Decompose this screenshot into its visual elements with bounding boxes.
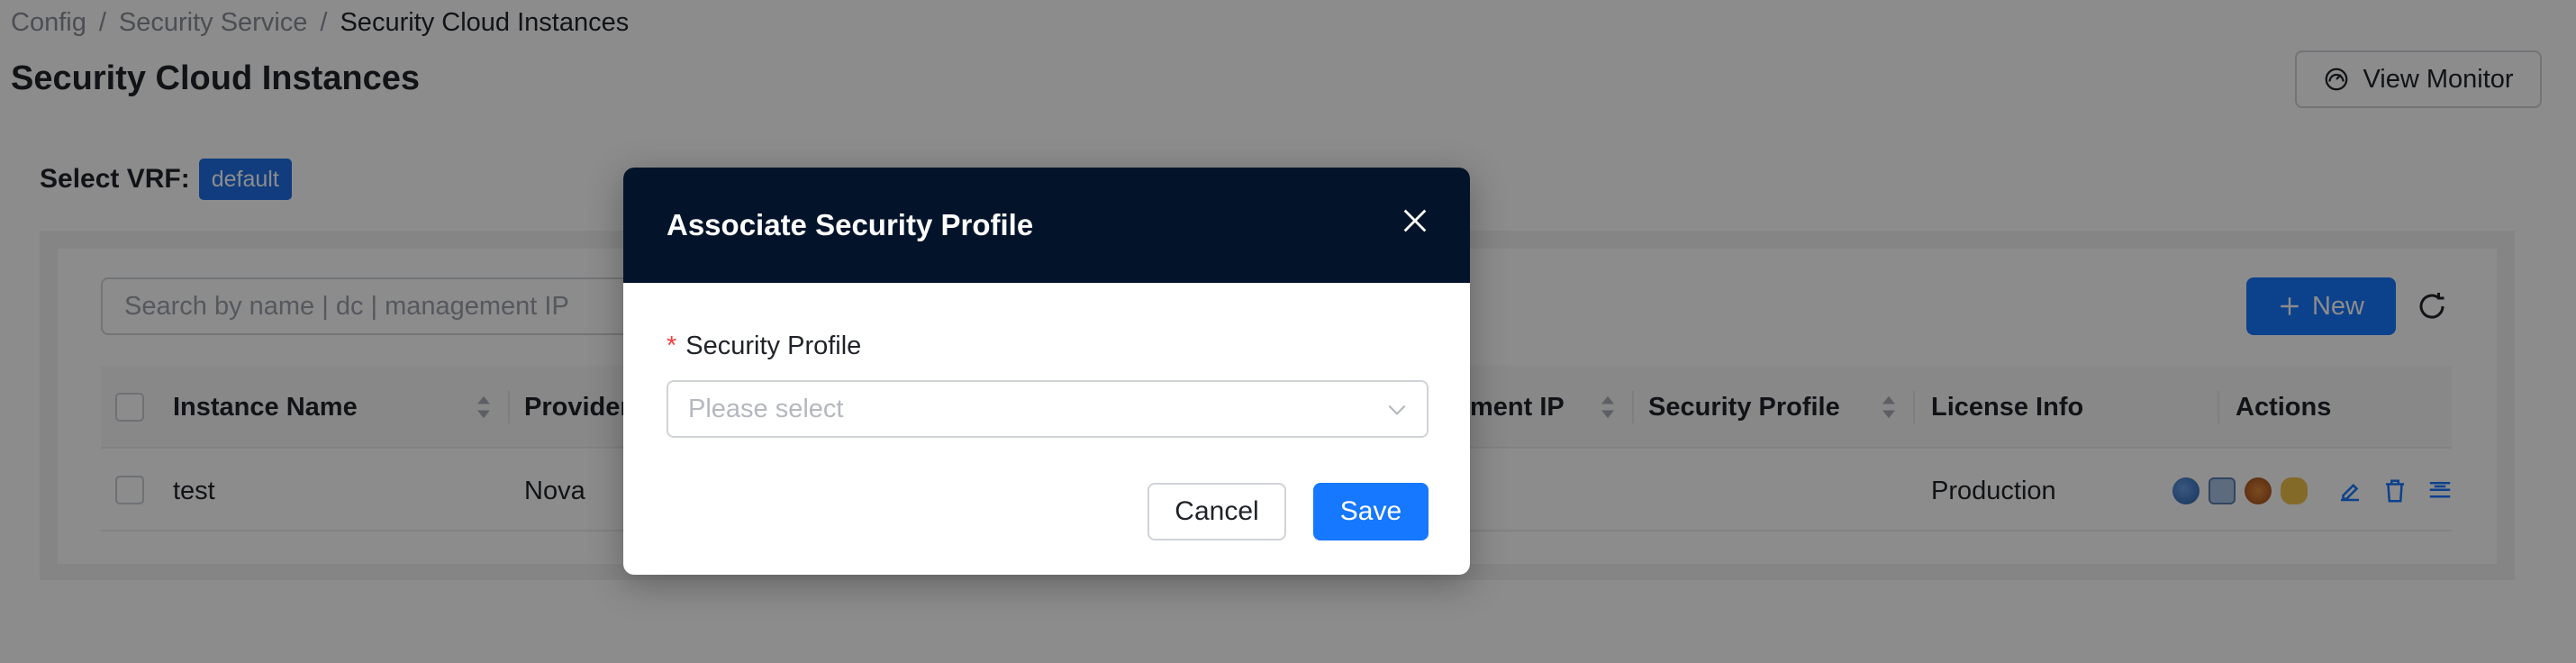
security-profile-label: * Security Profile	[667, 330, 861, 362]
chevron-down-icon	[1388, 404, 1406, 415]
close-icon[interactable]	[1400, 205, 1430, 236]
select-placeholder: Please select	[688, 395, 844, 423]
save-button[interactable]: Save	[1313, 483, 1429, 540]
required-mark: *	[667, 332, 677, 360]
associate-profile-dialog: Associate Security Profile * Security Pro…	[623, 168, 1470, 575]
security-profile-label-text: Security Profile	[685, 332, 862, 360]
dialog-title: Associate Security Profile	[667, 208, 1034, 241]
security-profile-select[interactable]: Please select	[667, 380, 1429, 438]
cancel-button[interactable]: Cancel	[1147, 483, 1286, 540]
page: Config / Security Service / Security Clo…	[0, 0, 2576, 663]
dialog-header: Associate Security Profile	[623, 168, 1470, 283]
